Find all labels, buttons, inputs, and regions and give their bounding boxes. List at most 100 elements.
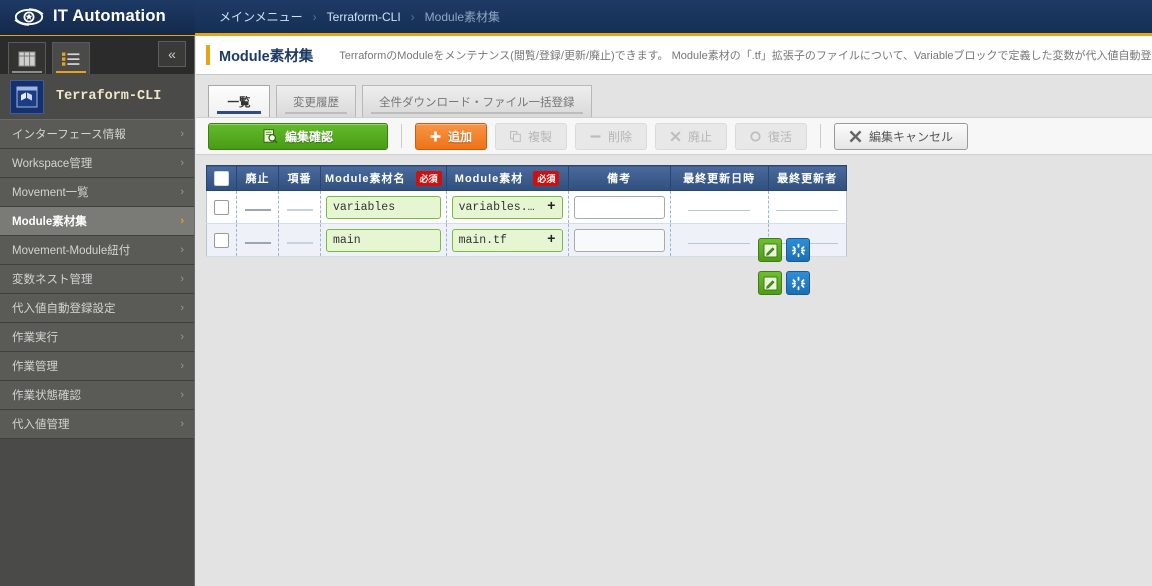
row-material-name-cell[interactable]: main: [320, 223, 447, 257]
note-input[interactable]: [573, 195, 665, 219]
restore-label: 復活: [767, 129, 792, 144]
restore-button[interactable]: 復活: [735, 122, 807, 150]
plus-icon[interactable]: +: [547, 232, 555, 248]
chevron-right-icon: ›: [180, 302, 184, 314]
note-input[interactable]: [573, 228, 665, 252]
sidebar-empty-area: [0, 439, 194, 586]
cancel-edit-label: 編集キャンセル: [869, 129, 954, 144]
sidebar-item-interface-info[interactable]: インターフェース情報 ›: [0, 120, 194, 149]
sidebar-item-auto-value-registration[interactable]: 代入値自動登録設定 ›: [0, 294, 194, 323]
chevron-right-icon: ›: [180, 244, 184, 256]
breadcrumb-item-terraform-cli[interactable]: Terraform-CLI: [327, 10, 401, 24]
module-materials-table: 廃止 項番 Module素材名 必須 Module素材 必須 備考 最終更新日時…: [206, 165, 847, 257]
sidebar-item-module-materials[interactable]: Module素材集 ›: [0, 207, 194, 236]
empty-value-dash: [776, 210, 839, 211]
sidebar: « Terraform-CLI インターフェース情報 › Workspace管理…: [0, 36, 195, 586]
sidebar-item-label: Movement一覧: [12, 187, 89, 199]
empty-value-dash: [244, 242, 271, 244]
grid-icon: [18, 51, 36, 66]
table-row[interactable]: variables variables.… +: [206, 190, 847, 224]
reload-spinner-icon-button[interactable]: [786, 238, 810, 262]
row-select-cell[interactable]: [206, 223, 237, 257]
reload-spinner-icon-button[interactable]: [786, 271, 810, 295]
material-file-input[interactable]: main.tf +: [451, 228, 563, 252]
tab-underline: [56, 71, 86, 73]
chevron-right-icon: ›: [180, 128, 184, 140]
tab-active-bar: [217, 111, 261, 114]
column-header-discard: 廃止: [236, 165, 279, 191]
sidebar-item-label: 作業状態確認: [12, 390, 81, 402]
document-search-icon: [263, 128, 278, 143]
row-checkbox[interactable]: [214, 232, 229, 248]
row-select-cell[interactable]: [206, 190, 237, 224]
row-no-cell: [278, 223, 321, 257]
material-name-input[interactable]: main: [326, 228, 441, 252]
circle-icon: [750, 130, 761, 142]
tab-change-history[interactable]: 変更履歴: [276, 85, 356, 117]
brand-area[interactable]: IT Automation: [0, 0, 195, 35]
row-checkbox[interactable]: [214, 199, 229, 215]
table-row[interactable]: main main.tf +: [206, 223, 847, 257]
row-material-name-cell[interactable]: variables: [320, 190, 447, 224]
sidebar-item-movement-list[interactable]: Movement一覧 ›: [0, 178, 194, 207]
row-material-cell[interactable]: variables.… +: [445, 190, 569, 224]
grid-view-tab[interactable]: [8, 42, 46, 74]
plus-icon[interactable]: +: [547, 199, 555, 215]
row-discard-cell: [236, 190, 279, 224]
material-file-input[interactable]: variables.… +: [451, 195, 563, 219]
confirm-edit-button[interactable]: 編集確認: [208, 122, 388, 150]
eye-logo-icon: [14, 6, 44, 28]
cancel-edit-button[interactable]: 編集キャンセル: [834, 122, 969, 150]
material-name-input[interactable]: variables: [326, 195, 441, 219]
column-header-material: Module素材 必須: [445, 165, 569, 191]
column-header-note: 備考: [567, 165, 671, 191]
empty-value-dash: [688, 210, 751, 211]
sidebar-item-value-management[interactable]: 代入値管理 ›: [0, 410, 194, 439]
chevron-right-icon: ›: [180, 360, 184, 372]
sidebar-item-movement-module-link[interactable]: Movement-Module紐付 ›: [0, 236, 194, 265]
sidebar-item-job-status[interactable]: 作業状態確認 ›: [0, 381, 194, 410]
row-note-cell[interactable]: [567, 223, 671, 257]
sidebar-item-label: Workspace管理: [12, 158, 93, 170]
edit-pencil-icon-button[interactable]: [758, 271, 782, 295]
spinner-icon: [791, 276, 805, 290]
duplicate-button[interactable]: 複製: [495, 122, 567, 150]
edit-pencil-icon-button[interactable]: [758, 238, 782, 262]
row-updated-at-cell: [669, 223, 769, 257]
empty-value-dash: [688, 243, 751, 244]
column-label: 備考: [607, 173, 632, 185]
column-label: 廃止: [245, 173, 270, 185]
required-badge: 必須: [415, 171, 442, 187]
breadcrumb-item-main-menu[interactable]: メインメニュー: [219, 8, 303, 25]
application-window: IT Automation メインメニュー › Terraform-CLI › …: [0, 0, 1152, 586]
confirm-edit-label: 編集確認: [284, 129, 333, 144]
add-button[interactable]: 追加: [415, 122, 487, 150]
sidebar-item-job-management[interactable]: 作業管理 ›: [0, 352, 194, 381]
sidebar-item-variable-nest-management[interactable]: 変数ネスト管理 ›: [0, 265, 194, 294]
sidebar-item-label: 作業実行: [12, 332, 58, 344]
column-label: 最終更新日時: [683, 173, 756, 185]
column-label: 項番: [287, 173, 312, 185]
chevron-right-icon: ›: [180, 418, 184, 430]
sidebar-view-tabs: «: [0, 36, 194, 74]
breadcrumb-item-current: Module素材集: [424, 10, 501, 24]
sidebar-module-header: Terraform-CLI: [0, 74, 194, 120]
sidebar-collapse-button[interactable]: «: [158, 41, 186, 67]
cross-icon: [849, 130, 862, 142]
sidebar-item-label: Movement-Module紐付: [12, 245, 131, 257]
delete-button[interactable]: 削除: [575, 122, 647, 150]
select-all-checkbox[interactable]: [214, 170, 229, 186]
sidebar-item-workspace-management[interactable]: Workspace管理 ›: [0, 149, 194, 178]
sidebar-item-job-execution[interactable]: 作業実行 ›: [0, 323, 194, 352]
column-header-select-all[interactable]: [206, 165, 237, 191]
tab-list[interactable]: 一覧: [208, 85, 270, 117]
breadcrumb-separator-icon: ›: [410, 9, 415, 24]
breadcrumb-separator-icon: ›: [312, 9, 317, 24]
tab-bulk-download-upload[interactable]: 全件ダウンロード・ファイル一括登録: [362, 85, 592, 117]
discard-button[interactable]: 廃止: [655, 122, 727, 150]
row-note-cell[interactable]: [567, 190, 671, 224]
breadcrumb: メインメニュー › Terraform-CLI › Module素材集: [195, 8, 500, 25]
list-view-tab[interactable]: [52, 42, 90, 74]
page-title-accent: [206, 45, 210, 65]
row-material-cell[interactable]: main.tf +: [445, 223, 569, 257]
